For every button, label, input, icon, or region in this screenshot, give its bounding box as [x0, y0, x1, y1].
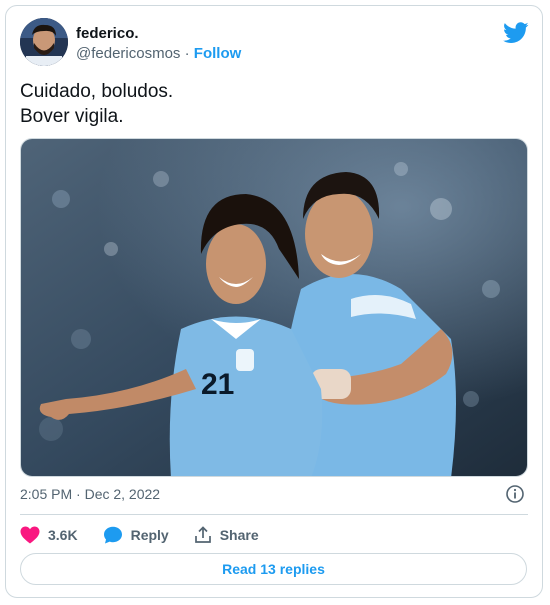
share-button[interactable]: Share — [194, 526, 259, 544]
like-count: 3.6K — [48, 527, 78, 543]
follow-button[interactable]: Follow — [194, 45, 242, 62]
heart-icon — [20, 526, 40, 544]
tweet-card: federico. @federicosmos · Follow Cuidado… — [5, 5, 543, 598]
tweet-photo[interactable]: 21 — [20, 138, 528, 477]
handle[interactable]: @federicosmos — [76, 45, 180, 62]
read-replies-button[interactable]: Read 13 replies — [20, 553, 527, 585]
reply-label: Reply — [130, 527, 169, 543]
reply-bubble-icon — [103, 526, 122, 544]
share-label: Share — [219, 527, 259, 543]
handle-row: @federicosmos · Follow — [76, 45, 241, 62]
timestamp[interactable]: 2:05 PM · Dec 2, 2022 — [20, 486, 160, 502]
like-button[interactable]: 3.6K — [20, 526, 78, 544]
avatar[interactable] — [20, 18, 68, 66]
divider — [20, 514, 528, 515]
tweet-text: Cuidado, boludos. Bover vigila. — [20, 81, 174, 127]
jersey-number: 21 — [201, 368, 234, 401]
info-icon[interactable] — [505, 484, 525, 504]
reply-button[interactable]: Reply — [103, 526, 169, 544]
separator: · — [180, 45, 194, 62]
display-name[interactable]: federico. — [76, 25, 139, 42]
share-icon — [194, 526, 211, 543]
twitter-bird-icon[interactable] — [503, 22, 529, 44]
action-bar: 3.6K Reply Share — [20, 524, 284, 546]
